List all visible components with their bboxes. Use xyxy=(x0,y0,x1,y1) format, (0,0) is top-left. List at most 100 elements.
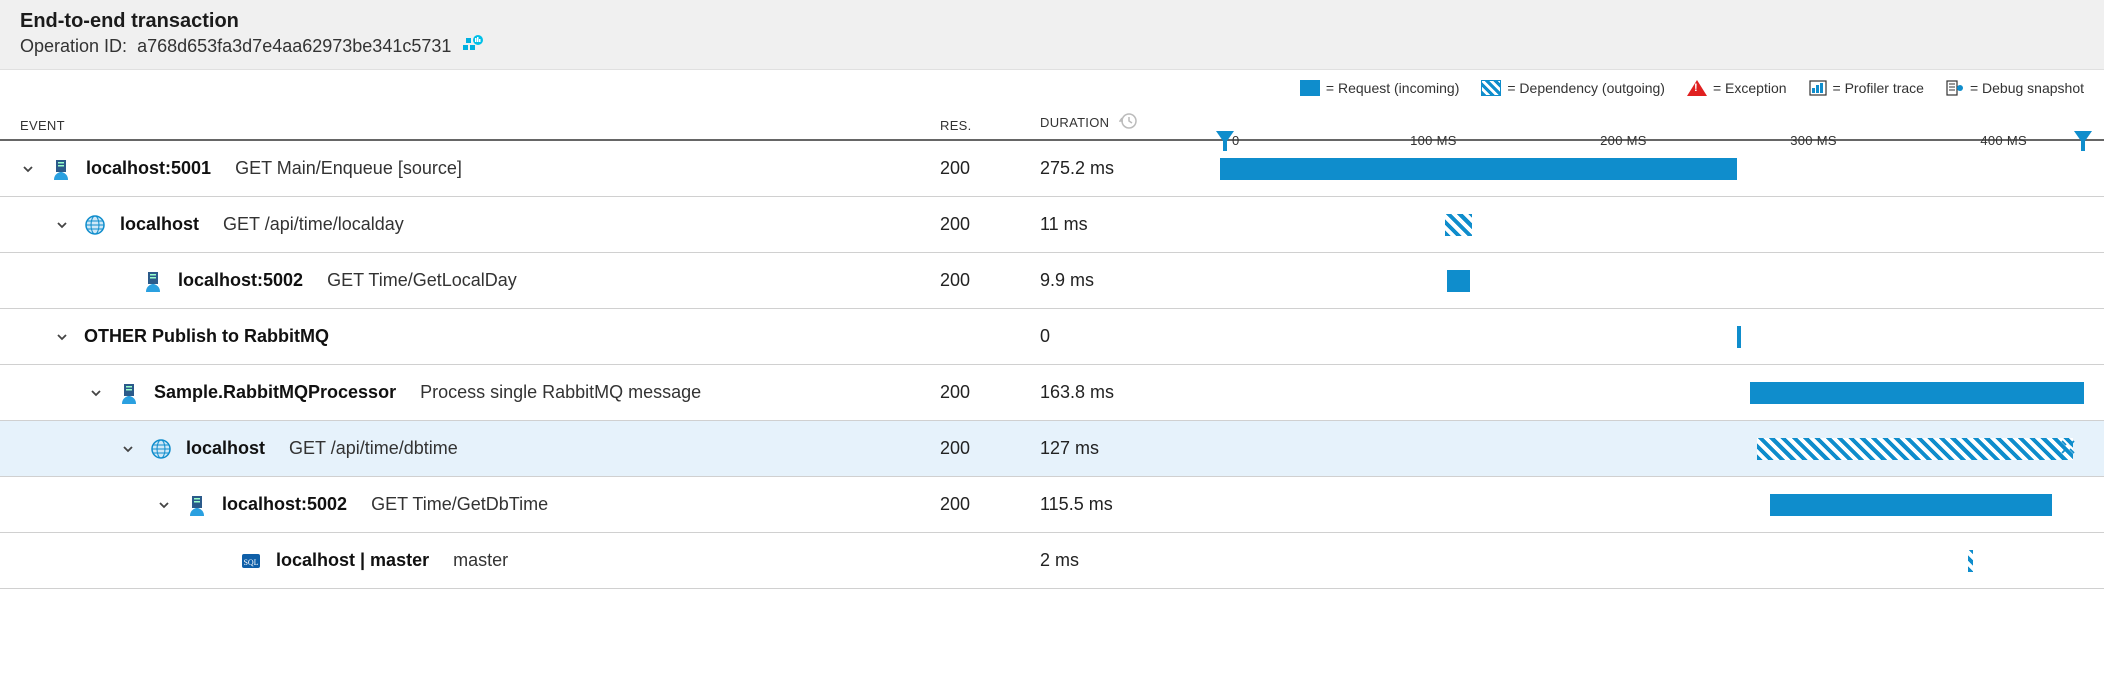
operation-id-value: a768d653fa3d7e4aa62973be341c5731 xyxy=(137,36,451,57)
timeline-cell xyxy=(1220,325,2084,349)
timeline-cell xyxy=(1220,437,2084,461)
table-row[interactable]: localhost:5002GET Time/GetDbTime200115.5… xyxy=(0,477,2104,533)
page-title: End-to-end transaction xyxy=(20,10,2084,33)
event-detail: GET Time/GetLocalDay xyxy=(327,270,517,291)
response-code: 200 xyxy=(940,382,1040,403)
event-detail: Process single RabbitMQ message xyxy=(420,382,701,403)
table-row[interactable]: localhost:5002 GET Time/GetLocalDay 2009.9… xyxy=(0,253,2104,309)
event-detail: GET Time/GetDbTime xyxy=(371,494,548,515)
timeline-bar[interactable] xyxy=(1750,382,2084,404)
tick-300: 300 MS xyxy=(1790,133,1837,148)
duration-value: 9.9 ms xyxy=(1040,270,1220,291)
timeline-bar[interactable] xyxy=(1447,270,1470,292)
header: End-to-end transaction Operation ID: a76… xyxy=(0,0,2104,70)
table-row[interactable]: SQLlocalhost | mastermaster2 ms xyxy=(0,533,2104,589)
filter-end-icon[interactable] xyxy=(2074,131,2092,151)
col-header-res[interactable]: RES. xyxy=(940,118,1040,133)
col-header-duration[interactable]: DURATION xyxy=(1040,112,1220,133)
col-header-duration-label: DURATION xyxy=(1040,115,1109,130)
legend-snapshot: = Debug snapshot xyxy=(1946,80,2084,96)
col-header-event[interactable]: EVENT xyxy=(20,118,940,133)
event-detail: GET /api/time/localday xyxy=(223,214,404,235)
duration-value: 0 xyxy=(1040,326,1220,347)
event-detail: GET Main/Enqueue [source] xyxy=(235,158,462,179)
timeline-bar[interactable] xyxy=(1770,494,2052,516)
debug-snapshot-icon xyxy=(1946,80,1964,96)
event-name: localhost | master xyxy=(276,550,429,571)
response-code: 200 xyxy=(940,494,1040,515)
duration-value: 2 ms xyxy=(1040,550,1220,571)
duration-value: 11 ms xyxy=(1040,214,1220,235)
event-name: localhost xyxy=(120,214,199,235)
event-cell: Sample.RabbitMQProcessor Process single R… xyxy=(20,382,940,404)
response-code: 200 xyxy=(940,214,1040,235)
server-icon xyxy=(142,270,164,292)
chevron-down-icon[interactable] xyxy=(120,441,136,457)
timeline-cell xyxy=(1220,381,2084,405)
event-name: localhost xyxy=(186,438,265,459)
duration-value: 275.2 ms xyxy=(1040,158,1220,179)
globe-icon xyxy=(150,438,172,460)
event-name: Sample.RabbitMQProcessor xyxy=(154,382,396,403)
operation-id-label: Operation ID: xyxy=(20,36,127,57)
chevron-down-icon[interactable] xyxy=(88,385,104,401)
chevron-down-icon[interactable] xyxy=(54,329,70,345)
response-code: 200 xyxy=(940,158,1040,179)
tick-0: 0 xyxy=(1232,133,1240,148)
legend-request-label: = Request (incoming) xyxy=(1326,80,1459,96)
legend-dependency: = Dependency (outgoing) xyxy=(1481,80,1665,96)
exception-triangle-icon xyxy=(1687,80,1707,96)
event-cell: localhost:5002GET Time/GetDbTime xyxy=(20,494,940,516)
collapse-icon[interactable] xyxy=(2060,439,2076,458)
server-icon xyxy=(50,158,72,180)
legend-profiler: = Profiler trace xyxy=(1809,80,1924,96)
appmap-icon[interactable] xyxy=(461,35,483,57)
duration-value: 115.5 ms xyxy=(1040,494,1220,515)
timeline-bar[interactable] xyxy=(1445,214,1471,236)
legend-exception: = Exception xyxy=(1687,80,1787,96)
event-cell: OTHER Publish to RabbitMQ xyxy=(20,326,940,347)
response-code: 200 xyxy=(940,270,1040,291)
globe-icon xyxy=(84,214,106,236)
table-row[interactable]: localhostGET /api/time/dbtime200127 ms xyxy=(0,421,2104,477)
timeline-cell xyxy=(1220,157,2084,181)
server-icon xyxy=(118,382,140,404)
legend-dependency-label: = Dependency (outgoing) xyxy=(1507,80,1665,96)
legend-snapshot-label: = Debug snapshot xyxy=(1970,80,2084,96)
timeline-cell xyxy=(1220,549,2084,573)
event-detail: master xyxy=(453,550,508,571)
event-name: localhost:5002 xyxy=(178,270,303,291)
event-cell: SQLlocalhost | mastermaster xyxy=(20,550,940,572)
tick-400: 400 MS xyxy=(1980,133,2027,148)
request-swatch-icon xyxy=(1300,80,1320,96)
chevron-down-icon[interactable] xyxy=(54,217,70,233)
tick-100: 100 MS xyxy=(1410,133,1457,148)
chevron-down-icon[interactable] xyxy=(20,161,36,177)
timeline-cell xyxy=(1220,493,2084,517)
columns-header: EVENT RES. DURATION 0 100 MS 200 MS 300 … xyxy=(0,102,2104,141)
server-icon xyxy=(186,494,208,516)
tick-200: 200 MS xyxy=(1600,133,1647,148)
timeline-bar[interactable] xyxy=(1757,438,2073,460)
timeline-bar[interactable] xyxy=(1220,158,1737,180)
table-row[interactable]: Sample.RabbitMQProcessor Process single R… xyxy=(0,365,2104,421)
timeline-cell xyxy=(1220,213,2084,237)
table-row[interactable]: localhost:5001 GET Main/Enqueue [source] 2… xyxy=(0,141,2104,197)
legend-request: = Request (incoming) xyxy=(1300,80,1459,96)
legend: = Request (incoming) = Dependency (outgo… xyxy=(0,70,2104,102)
timeline-cell xyxy=(1220,269,2084,293)
event-cell: localhostGET /api/time/dbtime xyxy=(20,438,940,460)
timeline-bar[interactable] xyxy=(1737,326,1741,348)
event-cell: localhost:5002 GET Time/GetLocalDay xyxy=(20,270,940,292)
duration-value: 127 ms xyxy=(1040,438,1220,459)
event-cell: localhost:5001 GET Main/Enqueue [source] xyxy=(20,158,940,180)
rows: localhost:5001 GET Main/Enqueue [source] 2… xyxy=(0,141,2104,589)
table-row[interactable]: localhost GET /api/time/localday 20011 ms xyxy=(0,197,2104,253)
chevron-down-icon[interactable] xyxy=(156,497,172,513)
timeline-bar[interactable] xyxy=(1968,550,1973,572)
table-row[interactable]: OTHER Publish to RabbitMQ 0 xyxy=(0,309,2104,365)
event-name: localhost:5001 xyxy=(86,158,211,179)
profiler-trace-icon xyxy=(1809,80,1827,96)
history-icon[interactable] xyxy=(1119,112,1137,133)
event-name: OTHER Publish to RabbitMQ xyxy=(84,326,329,347)
